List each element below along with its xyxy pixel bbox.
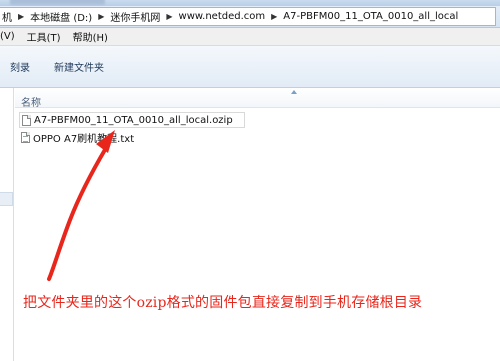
breadcrumb-item-site[interactable]: www.netded.com [177, 11, 268, 22]
breadcrumb[interactable]: 机 ▶ 本地磁盘 (D:) ▶ 迷你手机网 ▶ www.netded.com ▶… [0, 7, 496, 26]
breadcrumb-item-folder[interactable]: 迷你手机网 [108, 9, 162, 24]
file-row-ozip[interactable]: A7-PBFM00_11_OTA_0010_all_local.ozip [19, 112, 245, 128]
breadcrumb-separator-icon[interactable]: ▶ [162, 12, 176, 21]
menu-tools[interactable]: 工具(T) [21, 29, 67, 44]
column-name-label: 名称 [21, 98, 41, 109]
text-file-icon [21, 131, 30, 143]
breadcrumb-separator-icon[interactable]: ▶ [14, 12, 28, 21]
breadcrumb-item-local-disk[interactable]: 本地磁盘 (D:) [28, 9, 94, 24]
menu-help[interactable]: 帮助(H) [67, 29, 114, 44]
file-icon [22, 114, 31, 126]
breadcrumb-item-current[interactable]: A7-PBFM00_11_OTA_0010_all_local [281, 11, 460, 22]
file-row-txt[interactable]: OPPO A7刷机教程.txt [19, 129, 219, 145]
file-name: OPPO A7刷机教程.txt [33, 133, 135, 145]
navigation-pane[interactable] [0, 88, 14, 361]
menu-view[interactable]: (V) [0, 31, 21, 42]
navigation-selected-item[interactable] [0, 192, 13, 206]
file-list-pane: 名称 A7-PBFM00_11_OTA_0010_all_local.ozip … [15, 88, 500, 361]
address-bar: 机 ▶ 本地磁盘 (D:) ▶ 迷你手机网 ▶ www.netded.com ▶… [0, 6, 500, 28]
annotation-text: 把文件夹里的这个ozip格式的固件包直接复制到手机存储根目录 [23, 295, 423, 311]
file-name: A7-PBFM00_11_OTA_0010_all_local.ozip [34, 114, 233, 126]
titlebar-blurred-text [10, 0, 105, 5]
breadcrumb-leading-char[interactable]: 机 [0, 9, 14, 24]
command-toolbar: 刻录 新建文件夹 [0, 46, 500, 88]
menu-bar: (V) 工具(T) 帮助(H) [0, 28, 500, 46]
breadcrumb-separator-icon[interactable]: ▶ [94, 12, 108, 21]
breadcrumb-separator-icon[interactable]: ▶ [267, 12, 281, 21]
new-folder-button[interactable]: 新建文件夹 [42, 59, 116, 74]
burn-button[interactable]: 刻录 [0, 59, 42, 74]
sort-ascending-icon [291, 90, 297, 94]
column-header-name[interactable]: 名称 [15, 88, 500, 109]
